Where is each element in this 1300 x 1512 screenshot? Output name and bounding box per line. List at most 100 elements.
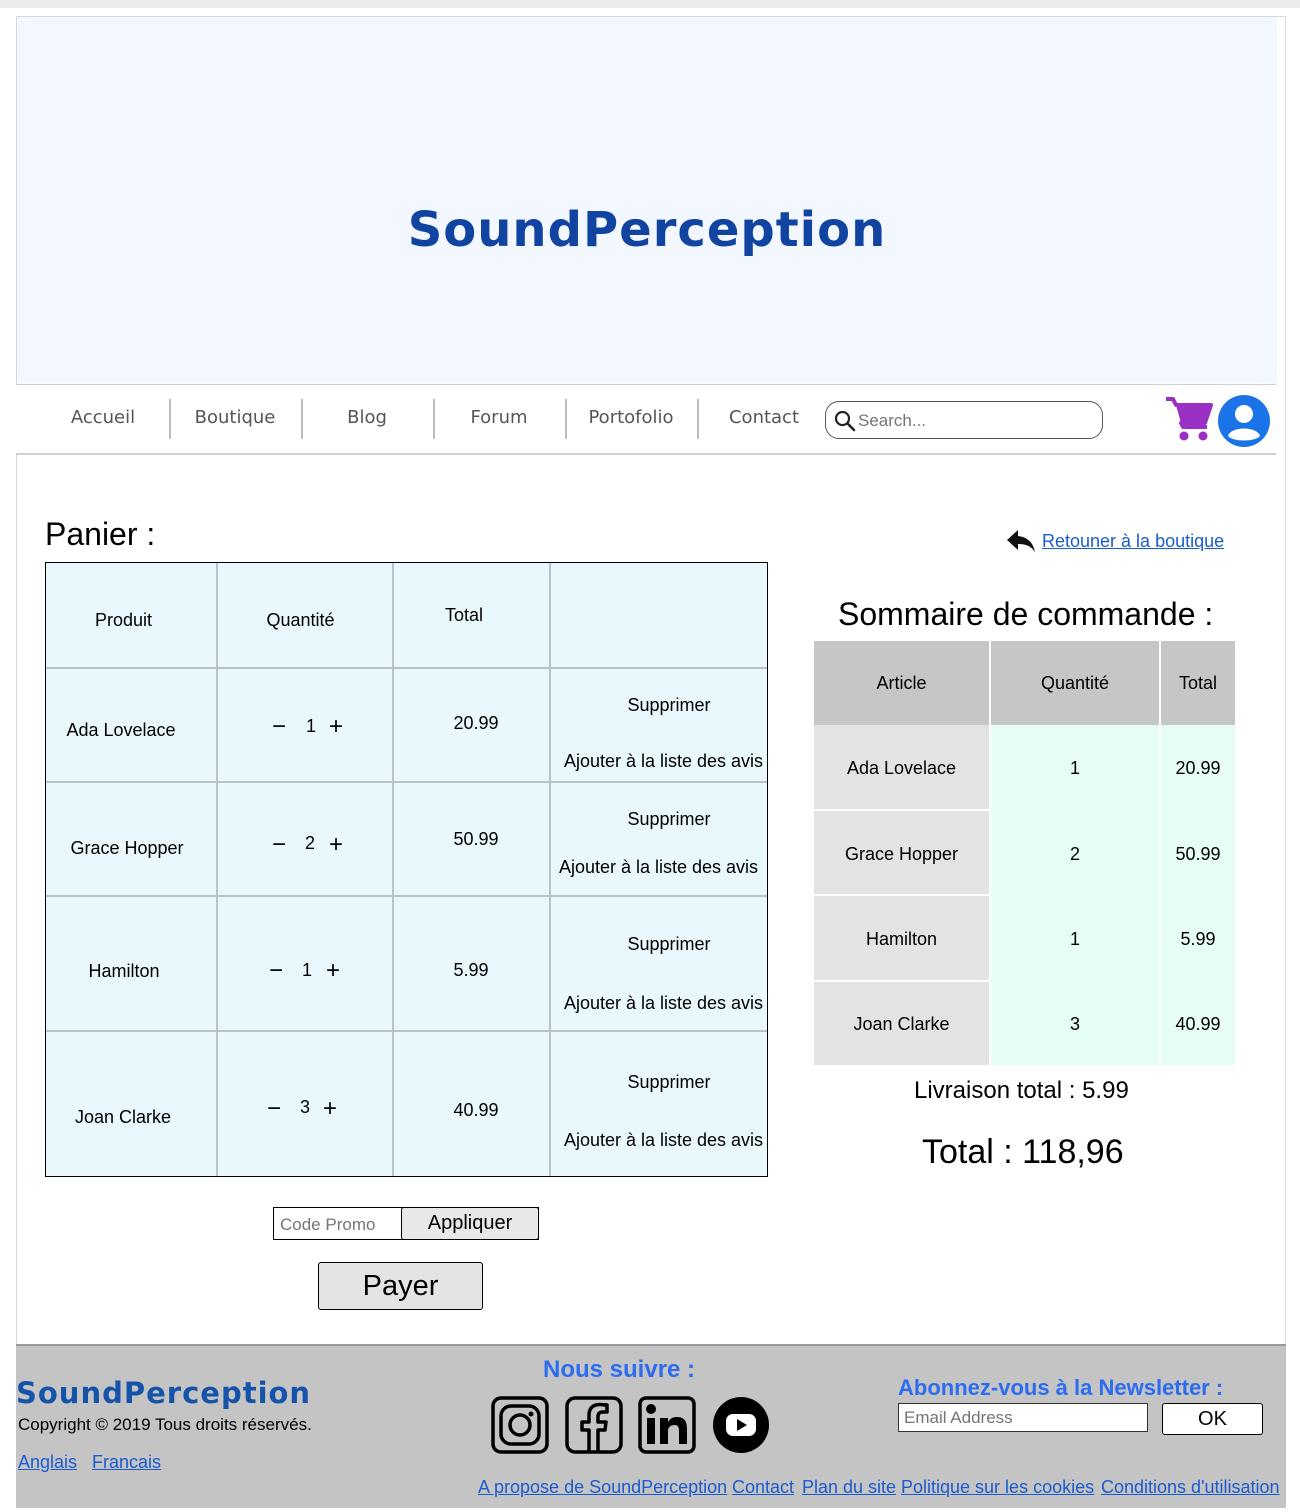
footer-link-about[interactable]: A propose de SoundPerception — [478, 1477, 727, 1498]
line-total: 40.99 — [453, 1100, 499, 1120]
table-divider — [814, 809, 989, 811]
site-brand-title: SoundPerception — [407, 202, 887, 258]
add-to-reviews-link[interactable]: Ajouter à la liste des avis — [551, 993, 776, 1014]
remove-link[interactable]: Supprimer — [549, 934, 789, 955]
search-box — [825, 401, 1103, 439]
search-input[interactable] — [856, 407, 1100, 435]
remove-link[interactable]: Supprimer — [549, 695, 789, 716]
decrease-qty-button[interactable]: − — [267, 1095, 281, 1123]
nav-item-blog[interactable]: Blog — [307, 407, 427, 428]
youtube-icon[interactable] — [712, 1396, 770, 1454]
nav-separator — [433, 399, 435, 439]
remove-link[interactable]: Supprimer — [549, 1072, 789, 1093]
order-summary-title: Sommaire de commande : — [838, 596, 1214, 632]
cart-product-name: Grace Hopper — [70, 838, 184, 858]
cart-product-name: Ada Lovelace — [66, 720, 176, 740]
summary-col-header-article: Article — [876, 673, 927, 693]
newsletter-title: Abonnez-vous à la Newsletter : — [898, 1375, 1224, 1400]
footer-link-contact[interactable]: Contact — [732, 1477, 794, 1498]
user-avatar-icon[interactable] — [1217, 394, 1271, 448]
summary-qty: 1 — [1069, 758, 1080, 778]
search-icon[interactable] — [834, 410, 856, 432]
increase-qty-button[interactable]: + — [329, 713, 343, 741]
summary-total: 40.99 — [1175, 1014, 1221, 1034]
footer-brand: SoundPerception — [16, 1376, 312, 1410]
promo-code-group: Appliquer — [273, 1207, 539, 1240]
promo-code-input[interactable] — [278, 1212, 402, 1238]
table-divider — [46, 895, 767, 897]
increase-qty-button[interactable]: + — [323, 1095, 337, 1123]
instagram-icon[interactable] — [491, 1396, 549, 1454]
nav-item-boutique[interactable]: Boutique — [175, 407, 295, 428]
shipping-total: Livraison total : 5.99 — [914, 1077, 1129, 1104]
cart-icon[interactable] — [1164, 395, 1214, 443]
apply-promo-button[interactable]: Appliquer — [401, 1207, 539, 1240]
summary-article: Grace Hopper — [844, 844, 959, 864]
order-summary-table: Article Quantité Total Ada Lovelace 1 20… — [814, 641, 1235, 1065]
table-divider — [46, 667, 767, 669]
remove-link[interactable]: Supprimer — [549, 809, 789, 830]
table-divider — [814, 980, 989, 982]
nav-item-contact[interactable]: Contact — [704, 407, 824, 428]
increase-qty-button[interactable]: + — [326, 957, 340, 985]
summary-qty: 3 — [1069, 1014, 1080, 1034]
line-total: 20.99 — [453, 713, 499, 733]
copyright-text: Copyright © 2019 Tous droits réservés. — [18, 1415, 312, 1434]
col-header-product: Produit — [94, 610, 153, 630]
summary-col-header-quantity: Quantité — [1040, 673, 1110, 693]
footer-link-terms[interactable]: Conditions d'utilisation — [1101, 1477, 1280, 1498]
follow-us-title: Nous suivre : — [543, 1356, 696, 1383]
footer-link-sitemap[interactable]: Plan du site — [802, 1477, 896, 1498]
newsletter-email-input[interactable] — [898, 1403, 1148, 1432]
decrease-qty-button[interactable]: − — [269, 957, 283, 985]
cart-product-name: Hamilton — [88, 961, 160, 981]
decrease-qty-button[interactable]: − — [272, 713, 286, 741]
back-to-shop-link[interactable]: Retouner à la boutique — [1042, 531, 1224, 552]
hero-banner: SoundPerception — [17, 17, 1277, 383]
summary-article: Joan Clarke — [853, 1014, 950, 1034]
summary-qty: 1 — [1069, 929, 1080, 949]
newsletter-ok-button[interactable]: OK — [1162, 1403, 1263, 1435]
table-divider — [814, 894, 989, 896]
summary-total: 5.99 — [1180, 929, 1216, 949]
add-to-reviews-link[interactable]: Ajouter à la liste des avis — [551, 751, 776, 772]
language-french-link[interactable]: Francais — [92, 1452, 161, 1473]
add-to-reviews-link[interactable]: Ajouter à la liste des avis — [546, 857, 771, 878]
summary-total: 20.99 — [1175, 758, 1221, 778]
nav-item-accueil[interactable]: Accueil — [43, 407, 163, 428]
summary-article: Hamilton — [865, 929, 938, 949]
nav-separator — [169, 399, 171, 439]
reply-arrow-icon[interactable] — [1005, 528, 1037, 554]
cart-table: Produit Quantité Total Ada Lovelace − 1 … — [45, 562, 768, 1177]
line-total: 5.99 — [453, 960, 489, 980]
main-nav: Accueil Boutique Blog Forum Portofolio C… — [16, 384, 1276, 455]
footer-link-cookies[interactable]: Politique sur les cookies — [901, 1477, 1094, 1498]
order-total: Total : 118,96 — [922, 1133, 1124, 1171]
line-total: 50.99 — [453, 829, 499, 849]
qty-value: 1 — [301, 960, 312, 980]
cart-product-name: Joan Clarke — [74, 1107, 172, 1127]
top-strip — [0, 0, 1300, 8]
nav-separator — [301, 399, 303, 439]
nav-item-forum[interactable]: Forum — [439, 407, 559, 428]
qty-value: 2 — [304, 833, 315, 853]
summary-total: 50.99 — [1175, 844, 1221, 864]
language-english-link[interactable]: Anglais — [18, 1452, 77, 1473]
table-divider — [392, 563, 394, 1176]
site-footer: SoundPerception Copyright © 2019 Tous dr… — [16, 1344, 1286, 1508]
summary-article: Ada Lovelace — [846, 758, 957, 778]
nav-item-portofolio[interactable]: Portofolio — [571, 407, 691, 428]
nav-separator — [697, 399, 699, 439]
table-divider — [46, 1030, 767, 1032]
linkedin-icon[interactable] — [638, 1396, 696, 1454]
pay-button[interactable]: Payer — [318, 1262, 483, 1310]
increase-qty-button[interactable]: + — [329, 831, 343, 859]
add-to-reviews-link[interactable]: Ajouter à la liste des avis — [551, 1130, 776, 1151]
summary-col-header-total: Total — [1178, 673, 1218, 693]
facebook-icon[interactable] — [565, 1396, 623, 1454]
summary-qty: 2 — [1069, 844, 1080, 864]
qty-value: 3 — [299, 1097, 310, 1117]
table-divider — [216, 563, 218, 1176]
decrease-qty-button[interactable]: − — [272, 831, 286, 859]
cart-title: Panier : — [45, 516, 156, 552]
